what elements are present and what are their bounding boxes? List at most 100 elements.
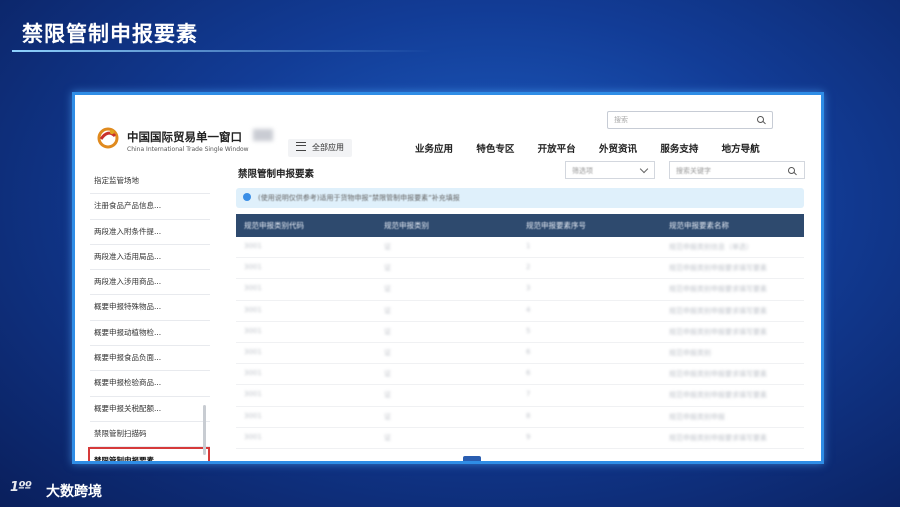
table-cell: 规范申报类别申报要求填写要素 [669,327,767,336]
table-cell: 证 [384,306,391,315]
sidebar-item[interactable]: 概要申报动植物检... [90,321,210,347]
brand-name: 大数跨境 [46,484,102,500]
search-icon[interactable] [757,116,764,123]
page-title: 禁限管制申报要素 [238,169,315,180]
notice-text: (使用说明仅供参考)适用于货物申报“禁限管制申报要素”补充填报 [258,194,460,202]
table-cell: 规范申报类别申报要求填写要素 [669,306,767,315]
table-cell: 规范申报类别 [669,348,711,357]
table-cell: 9 [526,432,531,441]
table-cell: 5 [526,326,531,335]
nav-item-open-platform[interactable]: 开放平台 [538,144,576,155]
table-row[interactable]: 3001 证 2 规范申报类别申报要求填写要素 [236,258,804,280]
slide-title: 禁限管制申报要素 [22,22,198,46]
table-cell: 规范申报类别申报要求填写要素 [669,264,767,273]
table-cell: 3001 [244,284,262,293]
sidebar-item[interactable]: 两段准入适用局品... [90,245,210,271]
table-cell: 证 [384,327,391,336]
table-cell: 证 [384,370,391,379]
logo-title-cn: 中国国际贸易单一窗口 [127,130,242,144]
table-row[interactable]: 3001 证 9 规范申报类别申报要求填写要素 [236,428,804,449]
table-cell: 证 [384,285,391,294]
table-row[interactable]: 3001 证 6 规范申报类别申报要求填写要素 [236,364,804,386]
table-cell: 6 [526,369,531,378]
main-nav: 业务应用 特色专区 开放平台 外贸资讯 服务支持 地方导航 [415,141,780,155]
site-search-placeholder: 搜索 [614,116,628,124]
table-row[interactable]: 3001 证 7 规范申报类别申报要求填写要素 [236,385,804,407]
elements-table: 规范申报类别代码 规范申报类别 规范申报要素序号 规范申报要素名称 3001 证 1… [236,214,804,449]
column-header[interactable]: 规范申报要素序号 [526,220,586,231]
table-cell: 3001 [244,411,262,420]
sidebar-item[interactable]: 禁限管制扫描码 [90,422,210,448]
table-body: 3001 证 1 规范申报类别信息（单选） 3001 证 2 规范申报类别申报要求填写要素 30… [236,237,804,449]
sidebar: 指定监管场地 注册食品产品信息... 两段准入附条件提... 两段准入适用局品.… [88,169,210,461]
table-cell: 4 [526,305,531,314]
table-cell: 2 [526,263,531,272]
keyword-search-input[interactable]: 搜索关键字 [669,161,805,179]
all-apps-label: 全部应用 [312,143,344,152]
table-row[interactable]: 3001 证 4 规范申报类别申报要求填写要素 [236,301,804,322]
table-cell: 3001 [244,305,262,314]
table-cell: 7 [526,390,531,399]
table-cell: 规范申报类别申报要求填写要素 [669,285,767,294]
nav-item-business-apps[interactable]: 业务应用 [415,144,453,155]
table-cell: 3001 [244,432,262,441]
sidebar-item[interactable]: 注册食品产品信息... [90,194,210,220]
table-cell: 3001 [244,326,262,335]
table-cell: 规范申报类别申报要求填写要素 [669,391,767,400]
info-icon [243,193,251,201]
screenshot-frame: 中国国际贸易单一窗口 China International Trade Sin… [72,92,824,464]
sidebar-item[interactable]: 概要申报检验商品... [90,371,210,397]
sidebar-item[interactable]: 指定监管场地 [90,169,210,195]
table-cell: 8 [526,411,531,420]
table-cell: 证 [384,391,391,400]
brand-logo-icon: 1ºº [10,480,32,495]
all-apps-button[interactable]: 全部应用 [288,139,352,157]
site-header: 中国国际贸易单一窗口 China International Trade Sin… [75,95,821,161]
nav-item-local-navigation[interactable]: 地方导航 [722,144,760,155]
logo-blurred-suffix [253,129,273,141]
table-cell: 证 [384,412,391,421]
table-cell: 3001 [244,390,262,399]
sidebar-scrollbar[interactable] [203,405,206,455]
table-row[interactable]: 3001 证 6 规范申报类别 [236,343,804,365]
table-cell: 1 [526,242,531,250]
sidebar-item[interactable]: 概要申报特殊物品... [90,295,210,321]
table-cell: 3 [526,284,531,293]
table-row[interactable]: 3001 证 5 规范申报类别申报要求填写要素 [236,322,804,343]
search-icon[interactable] [788,167,795,174]
menu-icon [296,142,306,151]
site-search-input[interactable]: 搜索 [607,111,773,129]
usage-notice: (使用说明仅供参考)适用于货物申报“禁限管制申报要素”补充填报 [236,188,804,208]
column-header[interactable]: 规范申报要素名称 [669,220,729,231]
logo-title-en: China International Trade Single Window [127,146,249,153]
table-cell: 3001 [244,369,262,378]
pagination-indicator[interactable] [463,456,481,461]
table-cell: 证 [384,433,391,442]
table-row[interactable]: 3001 证 8 规范申报类别申报 [236,407,804,428]
column-header[interactable]: 规范申报类别 [384,220,429,231]
keyword-search-placeholder: 搜索关键字 [676,167,711,175]
title-underline [12,50,432,52]
nav-item-special-zone[interactable]: 特色专区 [476,144,514,155]
sidebar-item-active[interactable]: 禁限管制申报要素 [88,447,210,461]
table-cell: 6 [526,347,531,356]
sidebar-item[interactable]: 两段准入涉用商品... [90,270,210,296]
table-cell: 规范申报类别信息（单选） [669,243,753,251]
sidebar-item[interactable]: 概要申报食品负面... [90,346,210,372]
column-header[interactable]: 规范申报类别代码 [244,220,304,231]
table-row[interactable]: 3001 证 3 规范申报类别申报要求填写要素 [236,279,804,301]
table-cell: 3001 [244,347,262,356]
table-cell: 规范申报类别申报要求填写要素 [669,370,767,379]
table-cell: 规范申报类别申报要求填写要素 [669,433,767,442]
chevron-down-icon [639,164,649,174]
nav-item-trade-news[interactable]: 外贸资讯 [599,144,637,155]
table-cell: 证 [384,243,391,251]
nav-item-service-support[interactable]: 服务支持 [660,144,698,155]
filter-select[interactable]: 筛选项 [565,161,655,179]
table-cell: 证 [384,348,391,357]
table-row[interactable]: 3001 证 1 规范申报类别信息（单选） [236,237,804,259]
filter-placeholder: 筛选项 [572,167,593,175]
table-cell: 3001 [244,242,262,250]
sidebar-item[interactable]: 概要申报关税配额... [90,397,210,422]
sidebar-item[interactable]: 两段准入附条件提... [90,220,210,245]
